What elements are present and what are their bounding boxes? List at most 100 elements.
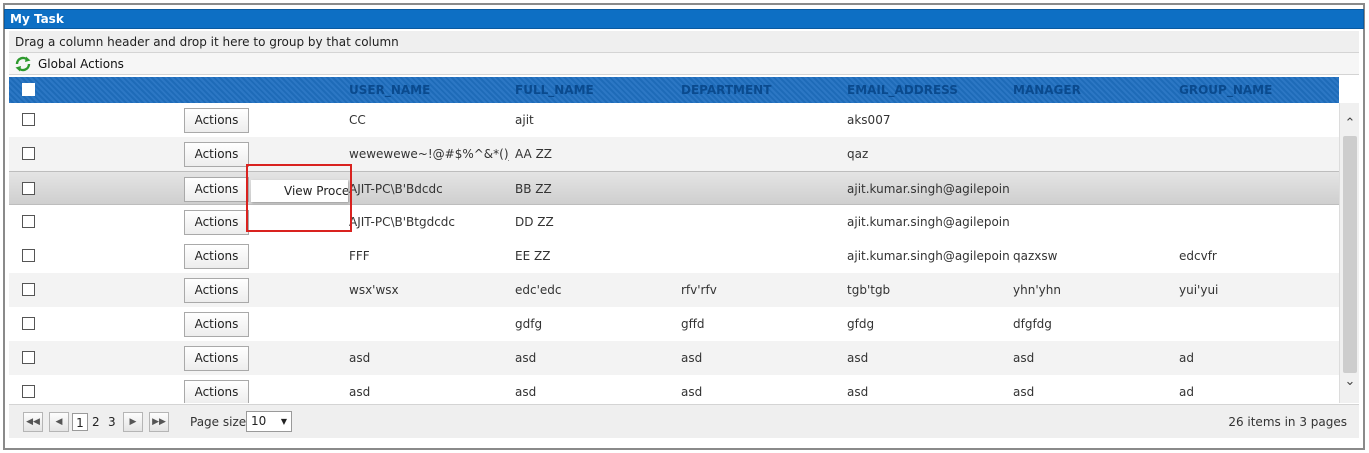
panel-title: My Task: [10, 12, 64, 26]
vertical-scrollbar[interactable]: ⌃ ⌄: [1339, 103, 1359, 403]
cell-manager: asd: [1013, 385, 1035, 399]
context-menu-highlight: View Process: [246, 164, 352, 232]
cell-email: gfdg: [847, 317, 875, 331]
table-row[interactable]: Actions asd asd asd asd asd ad: [9, 341, 1339, 375]
page-size-label: Page size:: [190, 415, 251, 429]
pager-info: 26 items in 3 pages: [1228, 415, 1347, 429]
prev-page-icon[interactable]: ◀: [49, 412, 69, 432]
row-checkbox[interactable]: [22, 351, 35, 364]
cell-department: rfv'rfv: [681, 283, 717, 297]
table-row-selected[interactable]: Actions AJIT-PC\B'Bdcdc BB ZZ ajit.kumar…: [9, 171, 1339, 205]
refresh-icon[interactable]: [14, 55, 32, 73]
grid-header: USER_NAME FULL_NAME DEPARTMENT EMAIL_ADD…: [9, 77, 1339, 103]
cell-user-name: asd: [349, 385, 371, 399]
row-checkbox[interactable]: [22, 249, 35, 262]
cell-department: asd: [681, 385, 703, 399]
cell-user-name: wsx'wsx: [349, 283, 399, 297]
scroll-down-icon[interactable]: ⌄: [1342, 375, 1358, 389]
cell-user-name: AJIT-PC\B'Bdcdc: [349, 182, 443, 196]
pager: ◀◀ ◀ 1 2 3 ▶ ▶▶ Page size: 10 ▼ 26 items…: [9, 404, 1359, 438]
column-header-manager[interactable]: MANAGER: [1013, 83, 1081, 97]
select-all-checkbox[interactable]: [22, 83, 35, 96]
view-process-menu-item[interactable]: View Process: [251, 180, 348, 202]
page-size-value: 10: [251, 414, 267, 428]
cell-full-name: edc'edc: [515, 283, 562, 297]
actions-button[interactable]: Actions: [184, 312, 249, 337]
actions-button[interactable]: Actions: [184, 177, 249, 202]
column-header-user-name[interactable]: USER_NAME: [349, 83, 430, 97]
cell-full-name: ajit: [515, 113, 534, 127]
row-checkbox[interactable]: [22, 283, 35, 296]
cell-user-name: CC: [349, 113, 366, 127]
cell-full-name: asd: [515, 351, 537, 365]
actions-button[interactable]: Actions: [184, 142, 249, 167]
actions-button[interactable]: Actions: [184, 210, 249, 235]
cell-full-name: AA ZZ: [515, 147, 553, 161]
actions-button[interactable]: Actions: [184, 108, 249, 133]
table-row[interactable]: Actions CC ajit aks007: [9, 103, 1339, 137]
cell-department: asd: [681, 351, 703, 365]
cell-user-name: wewewewe~!@#$%^&*()_+: [349, 147, 509, 161]
cell-email: ajit.kumar.singh@agilepoint.com: [847, 215, 1009, 229]
cell-group-name: ad: [1179, 351, 1194, 365]
page-2-link[interactable]: 2: [92, 413, 100, 431]
table-row[interactable]: Actions FFF EE ZZ ajit.kumar.singh@agile…: [9, 239, 1339, 273]
actions-button[interactable]: Actions: [184, 244, 249, 269]
column-header-email-address[interactable]: EMAIL_ADDRESS: [847, 83, 958, 97]
cell-email: asd: [847, 385, 869, 399]
cell-email: ajit.kumar.singh@agilepoint.com: [847, 182, 1009, 196]
cell-manager: dfgfdg: [1013, 317, 1052, 331]
row-checkbox[interactable]: [22, 182, 35, 195]
actions-button[interactable]: Actions: [184, 278, 249, 303]
cell-email: ajit.kumar.singh@agilepoint.com: [847, 249, 1009, 263]
table-row[interactable]: Actions wsx'wsx edc'edc rfv'rfv tgb'tgb …: [9, 273, 1339, 307]
cell-email: tgb'tgb: [847, 283, 891, 297]
row-checkbox[interactable]: [22, 385, 35, 398]
chevron-down-icon: ▼: [280, 417, 287, 426]
cell-group-name: yui'yui: [1179, 283, 1219, 297]
cell-group-name: edcvfr: [1179, 249, 1217, 263]
cell-full-name: EE ZZ: [515, 249, 551, 263]
panel-titlebar: My Task: [4, 9, 1364, 29]
grid-body: Actions CC ajit aks007 Actions wewewewe~…: [9, 103, 1339, 403]
cell-manager: qazxsw: [1013, 249, 1058, 263]
cell-full-name: asd: [515, 385, 537, 399]
cell-user-name: AJIT-PC\B'Btgdcdc: [349, 215, 456, 229]
cell-full-name: gdfg: [515, 317, 543, 331]
cell-manager: asd: [1013, 351, 1035, 365]
table-row[interactable]: Actions asd asd asd asd asd ad: [9, 375, 1339, 403]
actions-button[interactable]: Actions: [184, 346, 249, 371]
scrollbar-thumb[interactable]: [1343, 136, 1357, 373]
scroll-up-icon[interactable]: ⌃: [1342, 117, 1358, 131]
grid-toolbar: Global Actions: [9, 53, 1359, 75]
row-checkbox[interactable]: [22, 215, 35, 228]
global-actions-button[interactable]: Global Actions: [38, 57, 124, 71]
column-header-department[interactable]: DEPARTMENT: [681, 83, 771, 97]
row-checkbox[interactable]: [22, 113, 35, 126]
group-by-hint: Drag a column header and drop it here to…: [15, 35, 399, 49]
table-row[interactable]: Actions AJIT-PC\B'Btgdcdc DD ZZ ajit.kum…: [9, 205, 1339, 239]
table-row[interactable]: Actions gdfg gffd gfdg dfgfdg: [9, 307, 1339, 341]
page-size-select[interactable]: 10 ▼: [246, 411, 292, 432]
cell-full-name: DD ZZ: [515, 215, 554, 229]
cell-user-name: asd: [349, 351, 371, 365]
cell-full-name: BB ZZ: [515, 182, 552, 196]
page-3-link[interactable]: 3: [108, 413, 116, 431]
group-by-drop-area[interactable]: Drag a column header and drop it here to…: [9, 31, 1359, 53]
column-header-group-name[interactable]: GROUP_NAME: [1179, 83, 1272, 97]
cell-group-name: ad: [1179, 385, 1194, 399]
actions-button[interactable]: Actions: [184, 380, 249, 403]
cell-manager: yhn'yhn: [1013, 283, 1061, 297]
column-header-full-name[interactable]: FULL_NAME: [515, 83, 594, 97]
table-row[interactable]: Actions wewewewe~!@#$%^&*()_+ AA ZZ qaz: [9, 137, 1339, 171]
row-checkbox[interactable]: [22, 317, 35, 330]
next-page-icon[interactable]: ▶: [123, 412, 143, 432]
cell-email: asd: [847, 351, 869, 365]
first-page-icon[interactable]: ◀◀: [23, 412, 43, 432]
row-checkbox[interactable]: [22, 147, 35, 160]
cell-department: gffd: [681, 317, 705, 331]
cell-email: aks007: [847, 113, 891, 127]
page-1-link[interactable]: 1: [72, 413, 88, 431]
cell-email: qaz: [847, 147, 869, 161]
last-page-icon[interactable]: ▶▶: [149, 412, 169, 432]
